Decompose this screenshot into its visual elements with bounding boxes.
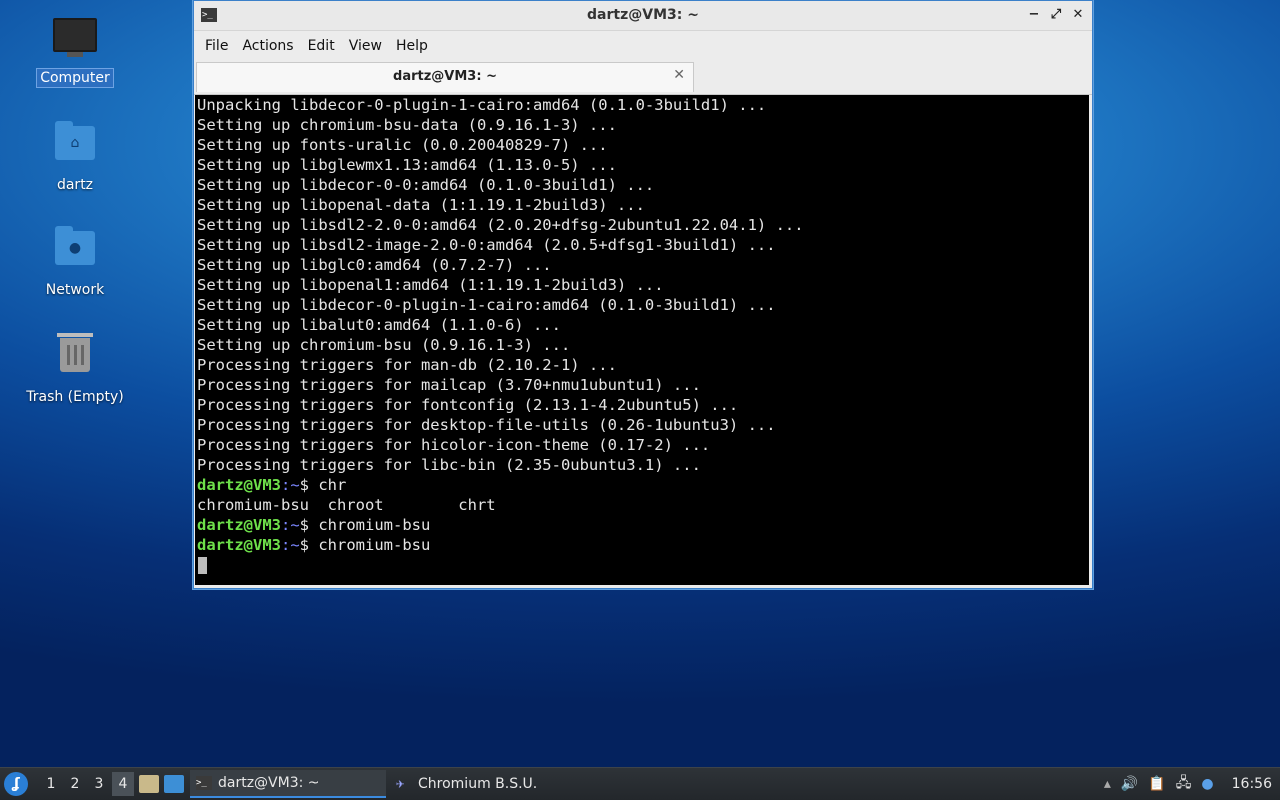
desktop-icon-label: Computer xyxy=(36,68,114,88)
terminal-output[interactable]: Unpacking libdecor-0-plugin-1-cairo:amd6… xyxy=(195,95,1089,585)
task-label: Chromium B.S.U. xyxy=(418,776,538,792)
workspace-3[interactable]: 3 xyxy=(88,772,110,796)
terminal-line: Processing triggers for mailcap (3.70+nm… xyxy=(197,376,701,394)
workspace-4[interactable]: 4 xyxy=(112,772,134,796)
prompt-path: :~ xyxy=(281,516,300,534)
desktop-icon-network[interactable]: ● Network xyxy=(20,226,130,299)
terminal-window: >_ dartz@VM3: ~ − ⤢ ✕ File Actions Edit … xyxy=(193,0,1093,589)
tab-close-button[interactable]: ✕ xyxy=(673,67,685,83)
terminal-cursor-line xyxy=(197,555,1087,575)
terminal-prompt-line: dartz@VM3:~$ chr xyxy=(197,475,1087,495)
terminal-line: Setting up libopenal-data (1:1.19.1-2bui… xyxy=(197,196,645,214)
desktop-icon-label: Network xyxy=(45,282,105,298)
desktop-icon-trash[interactable]: Trash (Empty) xyxy=(20,332,130,406)
terminal-line: Setting up libalut0:amd64 (1.1.0-6) ... xyxy=(197,316,561,334)
terminal-line: Processing triggers for libc-bin (2.35-0… xyxy=(197,456,701,474)
workspace-2[interactable]: 2 xyxy=(64,772,86,796)
network-folder-icon: ● xyxy=(52,226,98,275)
network-icon[interactable]: 🖧 xyxy=(1176,772,1192,796)
prompt-user: dartz@VM3 xyxy=(197,516,281,534)
prompt-path: :~ xyxy=(281,536,300,554)
home-folder-icon: ⌂ xyxy=(52,121,98,170)
terminal-line: Setting up chromium-bsu (0.9.16.1-3) ... xyxy=(197,336,571,354)
tab-label: dartz@VM3: ~ xyxy=(393,69,497,84)
task-terminal[interactable]: >_ dartz@VM3: ~ xyxy=(190,770,386,798)
prompt-symbol: $ xyxy=(299,516,319,534)
prompt-command: chr xyxy=(318,476,347,494)
file-manager-launcher-icon[interactable] xyxy=(139,775,159,793)
menu-file[interactable]: File xyxy=(198,38,235,54)
menubar: File Actions Edit View Help xyxy=(194,31,1092,61)
menu-help[interactable]: Help xyxy=(389,38,435,54)
task-chromium-bsu[interactable]: ✈ Chromium B.S.U. xyxy=(390,770,543,798)
terminal-line: Processing triggers for desktop-file-uti… xyxy=(197,416,776,434)
start-menu-button[interactable]: ʆ xyxy=(4,772,28,796)
window-titlebar[interactable]: >_ dartz@VM3: ~ − ⤢ ✕ xyxy=(194,1,1092,31)
tab-terminal[interactable]: dartz@VM3: ~ ✕ xyxy=(196,62,694,92)
prompt-command: chromium-bsu xyxy=(318,516,431,534)
workspace-1[interactable]: 1 xyxy=(40,772,62,796)
terminal-line: Setting up libdecor-0-plugin-1-cairo:amd… xyxy=(197,296,776,314)
tab-strip: dartz@VM3: ~ ✕ xyxy=(194,61,1092,95)
terminal-icon: >_ xyxy=(196,776,212,790)
terminal-line: Setting up libsdl2-2.0-0:amd64 (2.0.20+d… xyxy=(197,216,804,234)
terminal-line: Setting up libglewmx1.13:amd64 (1.13.0-5… xyxy=(197,156,617,174)
terminal-line: chromium-bsu chroot chrt xyxy=(197,496,496,514)
prompt-command: chromium-bsu xyxy=(318,536,431,554)
computer-icon xyxy=(52,18,98,62)
menu-actions[interactable]: Actions xyxy=(235,38,300,54)
maximize-button[interactable]: ⤢ xyxy=(1048,6,1064,24)
terminal-cursor xyxy=(198,557,207,574)
desktop-icon-label: Trash (Empty) xyxy=(26,389,124,405)
terminal-line: Unpacking libdecor-0-plugin-1-cairo:amd6… xyxy=(197,96,767,114)
window-title: dartz@VM3: ~ xyxy=(587,7,699,23)
terminal-line: Processing triggers for hicolor-icon-the… xyxy=(197,436,711,454)
terminal-prompt-line: dartz@VM3:~$ chromium-bsu xyxy=(197,515,1087,535)
task-label: dartz@VM3: ~ xyxy=(218,775,320,791)
terminal-line: Setting up fonts-uralic (0.0.20040829-7)… xyxy=(197,136,608,154)
menu-edit[interactable]: Edit xyxy=(301,38,342,54)
terminal-line: Setting up libdecor-0-0:amd64 (0.1.0-3bu… xyxy=(197,176,655,194)
terminal-line: Processing triggers for fontconfig (2.13… xyxy=(197,396,739,414)
minimize-button[interactable]: − xyxy=(1026,6,1042,24)
terminal-line: Processing triggers for man-db (2.10.2-1… xyxy=(197,356,617,374)
desktop-icon-computer[interactable]: Computer xyxy=(20,18,130,88)
terminal-line: Setting up chromium-bsu-data (0.9.16.1-3… xyxy=(197,116,617,134)
prompt-path: :~ xyxy=(281,476,300,494)
desktop-icon-dartz[interactable]: ⌂ dartz xyxy=(20,121,130,194)
prompt-symbol: $ xyxy=(299,476,319,494)
terminal-line: Setting up libsdl2-image-2.0-0:amd64 (2.… xyxy=(197,236,776,254)
chromium-bsu-icon: ✈ xyxy=(396,776,405,792)
clipboard-icon[interactable]: 📋 xyxy=(1148,776,1165,792)
terminal-line: Setting up libopenal1:amd64 (1:1.19.1-2b… xyxy=(197,276,664,294)
taskbar: ʆ 1 2 3 4 >_ dartz@VM3: ~ ✈ Chromium B.S… xyxy=(0,767,1280,800)
system-tray: ▴ 🔊 📋 🖧 ● 16:56 xyxy=(1104,772,1280,796)
show-desktop-icon[interactable] xyxy=(164,775,184,793)
desktop-icon-label: dartz xyxy=(56,177,94,193)
close-button[interactable]: ✕ xyxy=(1070,6,1086,24)
prompt-symbol: $ xyxy=(299,536,319,554)
terminal-prompt-line: dartz@VM3:~$ chromium-bsu xyxy=(197,535,1087,555)
prompt-user: dartz@VM3 xyxy=(197,476,281,494)
update-notifier-icon[interactable]: ● xyxy=(1201,776,1213,792)
tray-scroll-icon[interactable]: ▴ xyxy=(1104,776,1111,792)
trash-icon xyxy=(52,333,98,382)
prompt-user: dartz@VM3 xyxy=(197,536,281,554)
menu-view[interactable]: View xyxy=(342,38,389,54)
clock[interactable]: 16:56 xyxy=(1232,776,1272,792)
terminal-line: Setting up libglc0:amd64 (0.7.2-7) ... xyxy=(197,256,552,274)
volume-icon[interactable]: 🔊 xyxy=(1121,776,1138,792)
